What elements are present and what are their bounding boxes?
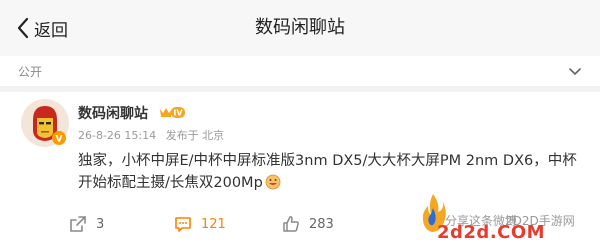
post-meta: 26-8-26 15:14 发布于 北京 [78,127,224,143]
laugh-emoji-icon [265,174,281,190]
chevron-down-icon[interactable] [566,62,584,80]
watermark-domain: 2d2d.COM [437,222,546,243]
comment-count: 121 [201,216,226,232]
share-count: 3 [96,216,105,232]
share-button[interactable]: 3 [68,213,104,235]
post-location: 发布于 北京 [165,129,225,142]
comment-icon [175,217,191,232]
like-count: 283 [309,216,334,232]
like-button[interactable]: 283 [281,213,334,235]
svg-text:IV: IV [173,109,183,118]
back-button[interactable]: 返回 [16,14,68,42]
level-badge-icon: IV [160,107,185,118]
chevron-left-icon [17,17,29,39]
section-divider [0,86,600,92]
post-date: 26-8-26 15:14 [78,129,157,142]
comment-button[interactable]: 121 [173,213,226,235]
thumbs-up-icon [283,216,299,232]
post-text: 独家，小杯中屏E/中杯中屏标准版3nm DX5/大大杯大屏PM 2nm DX6，… [78,153,577,191]
visibility-row[interactable]: 公开 [0,56,600,86]
back-label: 返回 [34,20,68,41]
top-navigation-bar: 返回 数码闲聊站 [0,0,600,56]
visibility-label: 公开 [18,65,43,79]
avatar[interactable]: V [20,98,70,148]
page-title: 数码闲聊站 [255,17,345,38]
share-icon [70,216,86,232]
svg-text:V: V [56,135,63,145]
author-name[interactable]: 数码闲聊站 [78,103,148,123]
post-content: 独家，小杯中屏E/中杯中屏标准版3nm DX5/大大杯大屏PM 2nm DX6，… [78,150,583,194]
